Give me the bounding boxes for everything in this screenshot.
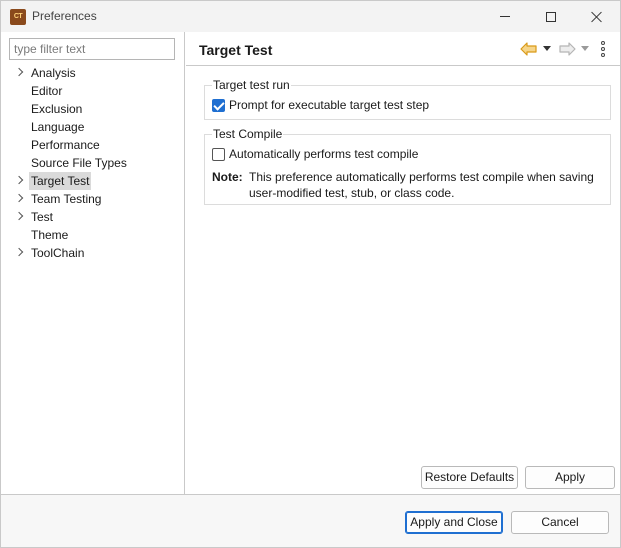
- auto-test-compile-option[interactable]: Automatically performs test compile: [212, 147, 418, 161]
- back-history-dropdown-icon[interactable]: [543, 46, 551, 51]
- tree-item-label: Exclusion: [31, 102, 83, 116]
- preferences-tree-panel: Analysis Editor Exclusion Language Perfo…: [1, 32, 185, 494]
- arrow-right-icon[interactable]: [558, 42, 576, 56]
- tree-item-test[interactable]: Test: [1, 208, 185, 226]
- tree-item-label: Theme: [31, 228, 69, 242]
- tree-item-label: Performance: [31, 138, 100, 152]
- note-text: This preference automatically performs t…: [249, 170, 594, 200]
- tree-item-performance[interactable]: Performance: [1, 136, 185, 154]
- tree-item-exclusion[interactable]: Exclusion: [1, 100, 185, 118]
- apply-and-close-button[interactable]: Apply and Close: [405, 511, 503, 534]
- cancel-button[interactable]: Cancel: [511, 511, 609, 534]
- test-compile-group: Test Compile Automatically performs test…: [204, 127, 611, 205]
- tree-item-label: Team Testing: [31, 192, 102, 206]
- preferences-window: CT Preferences Analysis Editor Exclusion…: [0, 0, 621, 548]
- tree-item-editor[interactable]: Editor: [1, 82, 185, 100]
- group-legend: Target test run: [212, 78, 291, 92]
- tree-item-target-test[interactable]: Target Test: [1, 172, 185, 190]
- close-button[interactable]: [574, 1, 620, 32]
- auto-test-compile-checkbox[interactable]: [212, 147, 225, 161]
- window-title: Preferences: [32, 9, 97, 23]
- target-test-run-group: Target test run Prompt for executable ta…: [204, 78, 611, 120]
- tree-item-toolchain[interactable]: ToolChain: [1, 244, 185, 262]
- tree-item-analysis[interactable]: Analysis: [1, 64, 185, 82]
- title-bar: CT Preferences: [1, 1, 620, 32]
- chevron-right-icon[interactable]: [14, 247, 24, 257]
- tree-item-label: Analysis: [31, 66, 76, 80]
- group-legend: Test Compile: [212, 127, 284, 141]
- page-header: Target Test: [186, 32, 620, 66]
- restore-defaults-button[interactable]: Restore Defaults: [421, 466, 518, 489]
- arrow-left-icon[interactable]: [520, 42, 538, 56]
- prompt-executable-step-option[interactable]: Prompt for executable target test step: [212, 98, 429, 112]
- maximize-button[interactable]: [528, 1, 574, 32]
- kebab-menu-icon[interactable]: [600, 41, 606, 57]
- minimize-icon: [500, 16, 510, 17]
- tree-item-label: Test: [31, 210, 54, 224]
- prompt-executable-step-checkbox[interactable]: [212, 98, 225, 112]
- tree-item-label: Source File Types: [31, 156, 127, 170]
- minimize-button[interactable]: [482, 1, 528, 32]
- tree-item-label: Language: [31, 120, 85, 134]
- forward-history-dropdown-icon[interactable]: [581, 46, 589, 51]
- preferences-tree: Analysis Editor Exclusion Language Perfo…: [1, 64, 185, 262]
- tree-item-label: Target Test: [29, 172, 92, 190]
- tree-item-language[interactable]: Language: [1, 118, 185, 136]
- close-icon: [591, 11, 603, 23]
- filter-input[interactable]: [9, 38, 175, 60]
- apply-button[interactable]: Apply: [525, 466, 615, 489]
- maximize-icon: [546, 11, 556, 22]
- tree-item-label: Editor: [31, 84, 63, 98]
- chevron-right-icon[interactable]: [14, 175, 24, 185]
- page-title: Target Test: [199, 42, 273, 58]
- note-label: Note:: [212, 170, 243, 184]
- app-logo-icon: CT: [10, 9, 26, 25]
- chevron-right-icon[interactable]: [14, 193, 24, 203]
- chevron-right-icon[interactable]: [14, 211, 24, 221]
- chevron-right-icon[interactable]: [14, 67, 24, 77]
- tree-item-source-file-types[interactable]: Source File Types: [1, 154, 185, 172]
- tree-item-label: ToolChain: [31, 246, 85, 260]
- checkbox-label: Automatically performs test compile: [229, 147, 419, 161]
- tree-item-team-testing[interactable]: Team Testing: [1, 190, 185, 208]
- tree-item-theme[interactable]: Theme: [1, 226, 185, 244]
- checkbox-label: Prompt for executable target test step: [229, 98, 430, 112]
